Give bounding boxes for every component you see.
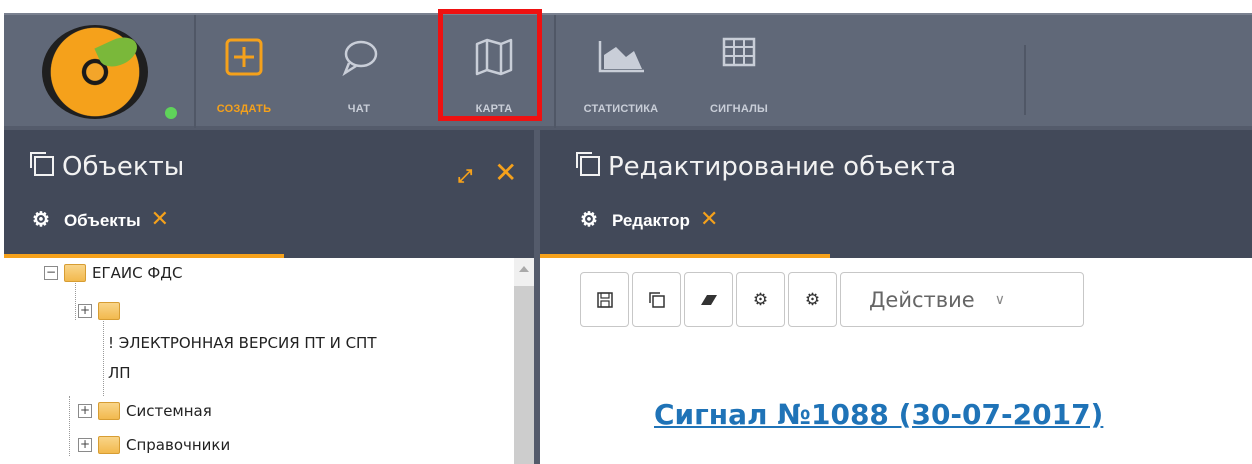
chevron-down-icon: ∨ (994, 291, 1005, 308)
windows-icon (576, 152, 600, 176)
save-button[interactable] (580, 272, 629, 327)
tab-objects[interactable]: ⚙ Объекты ✕ (32, 206, 169, 242)
editor-panel: Редактирование объекта ⚙ Редактор ✕ ⚙ ⚙ … (540, 130, 1252, 464)
tree-node-label: ЕГАИС ФДС (92, 264, 183, 282)
online-status-dot (165, 107, 177, 119)
objects-tree-area: − ЕГАИС ФДС + ! ЭЛЕКТРОННАЯ ВЕРСИЯ ПТ И … (4, 258, 514, 464)
tree-connector (103, 316, 104, 396)
top-toolbar: СОЗДАТЬ ЧАТ КАРТА СТАТИСТИКА СИГНАЛЫ (4, 13, 1252, 128)
objects-group-icon: ⚙ (32, 209, 50, 231)
scroll-thumb[interactable] (514, 286, 534, 464)
tree-node[interactable]: + Справочники (78, 436, 230, 454)
tab-editor[interactable]: ⚙ Редактор ✕ (580, 206, 718, 242)
signals-label: СИГНАЛЫ (710, 103, 768, 115)
tab-close-icon[interactable]: ✕ (700, 206, 718, 231)
folder-icon (98, 436, 120, 454)
folder-icon (98, 402, 120, 420)
editor-group-icon: ⚙ (580, 209, 598, 231)
tree-node-text[interactable]: ЛП (108, 364, 131, 382)
tree-scrollbar[interactable] (514, 258, 534, 464)
editor-toolbar: ⚙ ⚙ Действие ∨ (580, 272, 1084, 327)
tree-node-text[interactable]: ! ЭЛЕКТРОННАЯ ВЕРСИЯ ПТ И СПТ (108, 334, 377, 352)
expand-toggle[interactable]: + (78, 404, 92, 418)
statistics-button[interactable]: СТАТИСТИКА (566, 15, 676, 128)
toolbar-divider (194, 15, 196, 128)
folder-icon (98, 302, 120, 320)
multi-settings-button[interactable]: ⚙ (736, 272, 785, 327)
editor-body: ⚙ ⚙ Действие ∨ Сигнал №1088 (30-07-2017) (540, 258, 1252, 464)
tab-close-icon[interactable]: ✕ (151, 206, 169, 231)
tree-node-label: Системная (126, 402, 212, 420)
signal-link[interactable]: Сигнал №1088 (30-07-2017) (654, 398, 1103, 431)
app-frame: СОЗДАТЬ ЧАТ КАРТА СТАТИСТИКА СИГНАЛЫ Объ… (4, 9, 1252, 464)
toolbar-divider (554, 15, 556, 128)
save-icon (596, 291, 613, 308)
toolbar-divider (1024, 45, 1026, 115)
tree-node-label: ЛП (108, 364, 131, 382)
grid-table-icon (722, 37, 756, 67)
area-chart-icon (598, 41, 644, 73)
statistics-label: СТАТИСТИКА (583, 103, 659, 115)
tree-node[interactable]: + Системная (78, 402, 212, 420)
expand-toggle[interactable]: + (78, 438, 92, 452)
tree-node-label: ! ЭЛЕКТРОННАЯ ВЕРСИЯ ПТ И СПТ (108, 334, 377, 352)
expand-toggle[interactable]: + (78, 304, 92, 318)
action-select-value: Действие (869, 287, 975, 312)
app-logo[interactable] (42, 25, 148, 119)
close-icon[interactable]: ✕ (494, 156, 517, 189)
scroll-up-arrow-icon[interactable] (519, 266, 529, 272)
editor-panel-title: Редактирование объекта (576, 152, 956, 182)
tree-connector (69, 396, 70, 456)
tree-node[interactable]: − ЕГАИС ФДС (44, 264, 182, 282)
chat-label: ЧАТ (347, 103, 371, 115)
copy-icon (648, 291, 665, 308)
objects-panel-title: Объекты (30, 152, 184, 182)
action-select[interactable]: Действие ∨ (840, 272, 1084, 327)
logo-petal (94, 31, 142, 73)
clear-button[interactable] (684, 272, 733, 327)
map-highlight-box (438, 9, 542, 121)
tree-node-label: Справочники (126, 436, 231, 454)
create-button[interactable]: СОЗДАТЬ (204, 15, 284, 128)
windows-icon (30, 152, 54, 176)
copy-button[interactable] (632, 272, 681, 327)
tab-objects-label: Объекты (63, 211, 141, 230)
eraser-icon (700, 294, 717, 305)
create-label: СОЗДАТЬ (216, 103, 272, 115)
chat-button[interactable]: ЧАТ (324, 15, 394, 128)
objects-panel: Объекты ⤢ ✕ ⚙ Объекты ✕ − ЕГАИС ФДС + ! … (4, 130, 534, 464)
gear-icon: ⚙ (804, 289, 821, 309)
signals-button[interactable]: СИГНАЛЫ (694, 15, 784, 128)
logo-area (4, 15, 194, 128)
tab-editor-label: Редактор (611, 211, 690, 230)
plus-square-icon (225, 38, 263, 76)
tree-node[interactable]: + (78, 302, 126, 320)
tree-connector (75, 278, 76, 320)
chat-bubble-icon (342, 40, 378, 77)
gears-icon: ⚙ (752, 289, 769, 309)
expand-icon[interactable]: ⤢ (458, 166, 472, 187)
settings-button[interactable]: ⚙ (788, 272, 837, 327)
folder-icon (64, 264, 86, 282)
collapse-toggle[interactable]: − (44, 266, 58, 280)
